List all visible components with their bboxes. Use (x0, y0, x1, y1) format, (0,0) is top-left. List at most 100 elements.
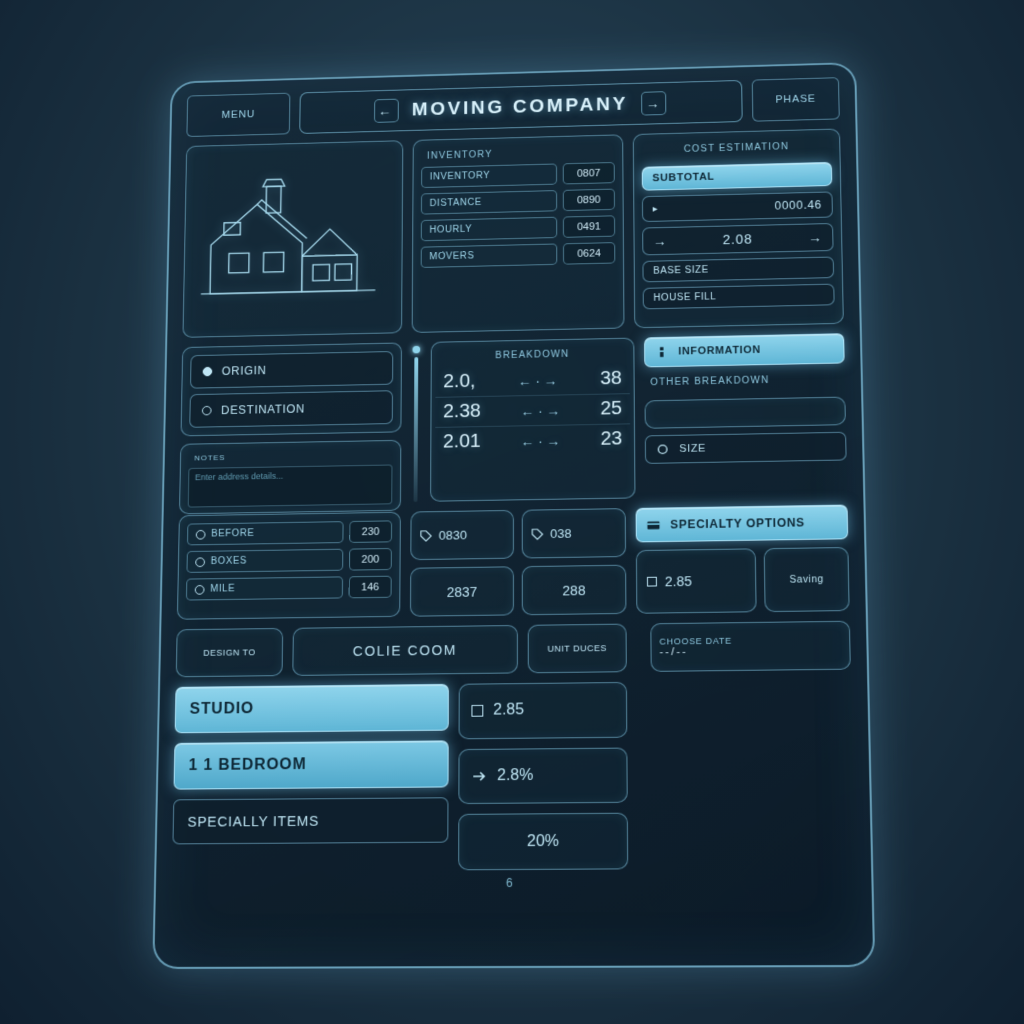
radio-dot-icon (202, 406, 212, 416)
date-picker-cell[interactable]: Choose Date --/-- (650, 621, 851, 672)
size-button[interactable]: Size (645, 432, 847, 464)
summary-row: Before 230 (187, 520, 392, 545)
menu-chip[interactable]: Menu (186, 93, 290, 137)
home-size-option-studio[interactable]: Studio (175, 684, 449, 733)
specialty-label: Specialty Options (670, 516, 805, 532)
house-fill-row: House Fill (643, 284, 835, 310)
calc-left: 2.01 (443, 431, 481, 453)
calc-row: 2.0, ← · → 38 (435, 364, 629, 398)
summary-value: 230 (349, 520, 392, 543)
metric-label: Distance (421, 190, 557, 214)
metric-row: Inventory 0807 (421, 162, 615, 188)
top-bar: Menu ← Moving Company → Phase (186, 77, 839, 137)
calculation-panel: Breakdown 2.0, ← · → 38 2.38 ← · → 25 2.… (430, 338, 635, 502)
stat-cell[interactable]: 288 (522, 565, 627, 616)
checkbox-icon[interactable] (647, 577, 657, 587)
metric-row: Hourly 0491 (421, 215, 615, 241)
mid-value: 2.85 (493, 702, 524, 720)
extra-value-cell: 2.85 (636, 548, 757, 613)
specialty-options-button[interactable]: Specialty Options (636, 505, 849, 543)
scroll-dot-icon (412, 346, 420, 354)
arrow-divider-icon: ← · → (518, 372, 557, 388)
summary-label: Boxes (186, 549, 343, 573)
stat-cell[interactable]: 0830 (410, 510, 514, 560)
home-size-label: Studio (189, 701, 254, 719)
mid-value-cell[interactable]: 20% (458, 813, 628, 870)
scroll-indicator[interactable] (411, 342, 422, 502)
home-size-list: Studio 1 1 Bedroom Specially Items (172, 684, 449, 872)
mid-value-stack: 2.85 2.8% 20% (458, 682, 628, 870)
home-size-label: 1 1 Bedroom (188, 756, 306, 775)
app-title: Moving Company (412, 94, 628, 121)
stat-value: 038 (550, 526, 571, 541)
metric-row: Movers 0624 (421, 242, 616, 268)
bullet-icon (196, 529, 206, 539)
title-bar: ← Moving Company → (299, 80, 742, 134)
phase-chip[interactable]: Phase (752, 77, 840, 121)
next-arrow-button[interactable]: → (641, 91, 666, 115)
radio-dot-icon (203, 367, 213, 376)
size-icon (656, 443, 670, 457)
summary-row: Mile 146 (186, 576, 392, 601)
base-size-row: Base Size (642, 257, 834, 283)
card-icon (646, 518, 660, 532)
arrow-right-icon (471, 768, 487, 784)
mid-value-cell[interactable]: 2.85 (459, 682, 628, 739)
summary-row: Boxes 200 (186, 548, 391, 573)
stat-value: 0830 (439, 528, 467, 543)
calc-right: 25 (600, 398, 622, 420)
origin-label: Origin (222, 364, 267, 378)
bullet-icon (195, 557, 205, 567)
unit-label: Unit Duces (547, 643, 607, 653)
design-to-cell[interactable]: Design To (176, 628, 283, 677)
summary-value: 146 (349, 576, 392, 599)
metric-value: 0491 (563, 215, 615, 237)
destination-label: Destination (221, 402, 305, 417)
tag-icon (419, 529, 433, 543)
metric-label: Inventory (421, 163, 557, 188)
specialty-column: Specialty Options 2.85 Saving (636, 505, 850, 614)
unit-cell[interactable]: Unit Duces (528, 624, 627, 674)
mid-value-cell[interactable]: 2.8% (458, 747, 627, 804)
calc-right: 38 (600, 368, 622, 390)
house-illustration-panel (182, 140, 403, 338)
arrow-divider-icon: ← · → (521, 403, 560, 419)
stat-cell[interactable]: 038 (522, 508, 626, 558)
size-label: Size (679, 443, 706, 455)
breakdown-title: Other Breakdown (644, 370, 845, 394)
metric-value: 0890 (563, 189, 615, 211)
locations-column: Origin Destination Notes Enter address d… (179, 342, 402, 505)
stat-value: 2837 (447, 584, 478, 600)
colie-coom-cell[interactable]: Colie Coom (292, 625, 518, 676)
house-icon (191, 149, 395, 330)
total-value: 0000.46 (775, 198, 822, 212)
page-number: 6 (172, 874, 856, 892)
home-size-option-1bed[interactable]: 1 1 Bedroom (174, 740, 449, 789)
cost-estimation-panel: Cost Estimation Subtotal ▸ 0000.46 → 2.0… (633, 129, 844, 329)
origin-option[interactable]: Origin (190, 351, 393, 389)
cost-right-column: Information Other Breakdown Size (644, 333, 847, 498)
destination-option[interactable]: Destination (189, 390, 393, 428)
bullet-icon (195, 585, 205, 595)
metric-value: 0807 (563, 162, 615, 184)
metric-label: Hourly (421, 217, 557, 241)
home-size-option-specialty[interactable]: Specially Items (172, 797, 448, 844)
calc-left: 2.38 (443, 401, 481, 423)
mid-value: 2.8% (497, 767, 533, 785)
colie-coom-label: Colie Coom (353, 642, 457, 659)
info-label: Information (678, 344, 761, 357)
subtotal-button[interactable]: Subtotal (642, 162, 833, 191)
mid-value: 20% (527, 833, 559, 851)
calc-row: 2.01 ← · → 23 (435, 424, 630, 457)
tag-icon (531, 527, 545, 541)
calc-row: 2.38 ← · → 25 (435, 394, 630, 428)
extra-value: 2.85 (665, 573, 692, 589)
stat-cell[interactable]: 2837 (410, 566, 514, 616)
prev-arrow-button[interactable]: ← (374, 99, 399, 123)
rate-row[interactable]: → 2.08 → (642, 223, 833, 255)
stat-grid: 0830 038 2837 288 (410, 508, 626, 617)
information-button[interactable]: Information (644, 333, 845, 367)
notes-textarea[interactable]: Enter address details... (188, 465, 393, 508)
total-value-row: ▸ 0000.46 (642, 191, 833, 222)
metric-label: Movers (421, 243, 558, 267)
